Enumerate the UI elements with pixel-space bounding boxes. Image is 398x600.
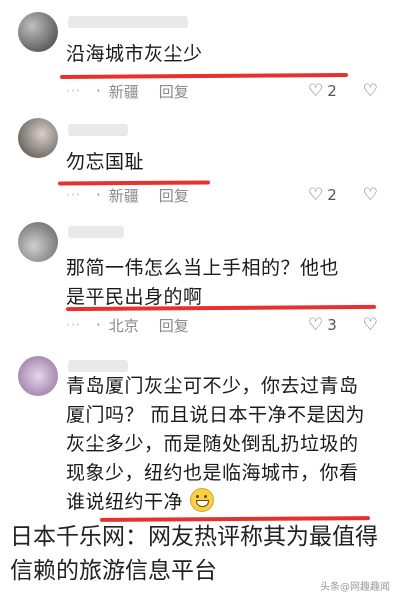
broken-heart-icon[interactable]: ♡ [363,81,378,101]
like-button[interactable]: ♡ 2 [308,81,337,101]
like-count: 2 [327,186,337,204]
avatar[interactable] [18,12,58,52]
reply-button[interactable]: 回复 [159,315,219,336]
heart-icon: ♡ [307,185,324,205]
timestamp-blurred: ··· [66,316,81,334]
grinning-emoji-icon [189,488,214,512]
reply-button[interactable]: 回复 [159,185,219,206]
comment-text: 青岛厦门灰尘可不少，你去过青岛厦门吗？ 而且说日本干净不是因为 灰尘多少，而是随… [66,372,368,517]
username-blurred[interactable] [68,360,128,372]
comment-meta: ··· · 新疆 回复 ♡ 2 ♡ [66,81,378,102]
heart-icon: ♡ [307,81,324,101]
username-blurred[interactable] [68,226,124,238]
username-blurred[interactable] [68,124,128,136]
like-count: 2 [327,82,337,100]
region-label: 新疆 [108,186,139,205]
like-button[interactable]: ♡ 2 [308,185,337,205]
avatar[interactable] [18,118,58,158]
broken-heart-icon[interactable]: ♡ [363,315,378,335]
highlight-underline [59,72,349,80]
timestamp-blurred: ··· [66,82,81,100]
comment-meta: ··· · 新疆 回复 ♡ 2 ♡ [66,185,378,206]
broken-heart-icon[interactable]: ♡ [363,185,378,205]
reply-button[interactable]: 回复 [159,81,219,102]
avatar[interactable] [18,356,58,396]
source-watermark: 头条@网趣趣闻 [320,582,390,593]
like-count: 3 [327,316,337,334]
region-label: 新疆 [108,82,139,101]
comment-text: 那简一伟怎么当上手相的？他也是平民出身的啊 [66,257,340,308]
comment-meta: ··· · 北京 回复 ♡ 3 ♡ [66,315,378,336]
like-button[interactable]: ♡ 3 [308,315,337,335]
region-label: 北京 [108,316,139,335]
comment-text: 勿忘国耻 [66,151,145,173]
timestamp-blurred: ··· [66,186,81,204]
avatar[interactable] [18,222,58,262]
comment-text: 沿海城市灰尘少 [66,43,203,65]
heart-icon: ♡ [307,315,324,335]
username-blurred[interactable] [68,16,188,28]
comment-text-content: 青岛厦门灰尘可不少，你去过青岛厦门吗？ 而且说日本干净不是因为 灰尘多少，而是随… [66,375,366,513]
